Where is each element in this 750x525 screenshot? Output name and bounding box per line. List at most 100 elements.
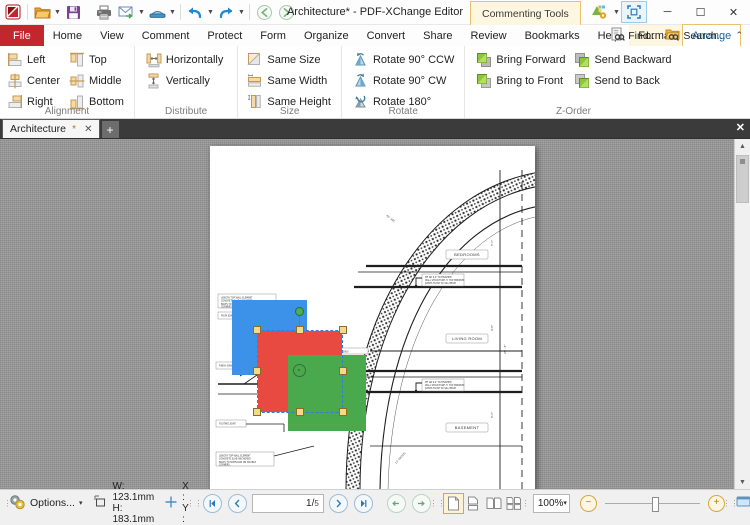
fullscreen-icon[interactable]: [621, 1, 647, 23]
tab-home[interactable]: Home: [44, 25, 91, 46]
next-page-button[interactable]: [328, 493, 348, 513]
tab-file[interactable]: File: [0, 25, 44, 46]
zoom-level-combobox[interactable]: 100% ▾: [532, 493, 570, 513]
room-label-living-room: LIVING ROOM: [452, 336, 482, 341]
open-dropdown-caret-icon[interactable]: ▼: [53, 1, 62, 23]
history-back-button[interactable]: [386, 493, 406, 513]
last-page-button[interactable]: [353, 493, 373, 513]
vertical-scrollbar[interactable]: ▲ ▼: [734, 139, 750, 489]
align-middle-button[interactable]: Middle: [66, 70, 130, 91]
printer-icon[interactable]: [93, 1, 115, 23]
distribute-vertically-button[interactable]: Vertically: [143, 70, 229, 91]
redo-dropdown-caret-icon[interactable]: ▼: [237, 1, 246, 23]
send-to-back-button[interactable]: Send to Back: [571, 70, 677, 91]
continuous-mode-button[interactable]: [465, 494, 484, 513]
send-backward-button[interactable]: Send Backward: [571, 49, 677, 70]
first-page-button[interactable]: [202, 493, 222, 513]
document-viewport[interactable]: LENGTH TOP WALL ELEMENT CONCRETE SLAB AN…: [0, 138, 750, 489]
tab-form[interactable]: Form: [251, 25, 295, 46]
align-center-button[interactable]: Center: [4, 70, 66, 91]
document-tab-close-icon[interactable]: ✕: [82, 124, 94, 135]
send-backward-label: Send Backward: [594, 53, 672, 66]
bring-forward-button[interactable]: Bring Forward: [473, 49, 571, 70]
previous-page-button[interactable]: [227, 493, 247, 513]
resize-handle-bottom-right[interactable]: [339, 408, 347, 416]
customize-toolbar-icon[interactable]: [586, 1, 612, 23]
same-size-button[interactable]: Same Size: [244, 49, 337, 70]
document-tab-architecture[interactable]: Architecture * ✕: [2, 119, 100, 138]
tab-bookmarks[interactable]: Bookmarks: [516, 25, 589, 46]
scan-dropdown-caret-icon[interactable]: ▼: [168, 1, 177, 23]
scanner-icon[interactable]: [146, 1, 168, 23]
tab-view[interactable]: View: [91, 25, 133, 46]
selection-width: W: 123.1mm: [112, 481, 155, 503]
find-button[interactable]: Find...: [607, 27, 660, 45]
tab-review[interactable]: Review: [461, 25, 515, 46]
customize-caret-icon[interactable]: ▼: [612, 1, 621, 23]
same-width-button[interactable]: Same Width: [244, 70, 337, 91]
save-icon[interactable]: [62, 1, 84, 23]
align-left-label: Left: [27, 53, 46, 66]
minimize-button[interactable]: ─: [651, 0, 684, 24]
scroll-up-icon[interactable]: ▲: [735, 139, 750, 153]
folder-open-icon[interactable]: [31, 1, 53, 23]
new-tab-button[interactable]: +: [101, 121, 119, 138]
resize-handle-middle-right[interactable]: [339, 367, 347, 375]
fit-page-icon[interactable]: [736, 495, 750, 511]
options-caret-icon[interactable]: ▾: [79, 499, 83, 507]
undo-dropdown-caret-icon[interactable]: ▼: [206, 1, 215, 23]
rotation-handle[interactable]: [295, 307, 304, 316]
zoom-slider-thumb[interactable]: [651, 496, 659, 512]
history-forward-button[interactable]: [411, 493, 431, 513]
email-dropdown-caret-icon[interactable]: ▼: [137, 1, 146, 23]
svg-text:FOOTING JOINT: FOOTING JOINT: [219, 423, 236, 426]
tab-convert[interactable]: Convert: [358, 25, 415, 46]
bring-to-front-icon: [476, 73, 492, 89]
rotate-ccw-button[interactable]: Rotate 90° CCW: [350, 49, 460, 70]
close-button[interactable]: ✕: [717, 0, 750, 24]
zoom-dropdown-caret-icon[interactable]: ▾: [563, 499, 567, 507]
undo-icon[interactable]: [184, 1, 206, 23]
tab-comment[interactable]: Comment: [133, 25, 199, 46]
resize-handle-bottom-center[interactable]: [296, 408, 304, 416]
resize-handle-top-right[interactable]: [339, 326, 347, 334]
qat-separator-2: [180, 4, 181, 20]
envelope-icon[interactable]: [115, 1, 137, 23]
options-button[interactable]: Options... ▾: [7, 494, 84, 513]
pdfx-logo-icon[interactable]: [2, 1, 24, 23]
two-page-mode-button[interactable]: [485, 494, 504, 513]
arrow-left-circle-icon[interactable]: [253, 1, 275, 23]
maximize-button[interactable]: ☐: [684, 0, 717, 24]
same-width-label: Same Width: [267, 74, 328, 87]
align-left-button[interactable]: Left: [4, 49, 66, 70]
resize-handle-top-left[interactable]: [253, 326, 261, 334]
resize-handle-middle-left[interactable]: [253, 367, 261, 375]
ribbon-group-alignment: Left Center Right Top Middle Bottom Alig…: [0, 46, 134, 118]
redo-icon[interactable]: [215, 1, 237, 23]
zoom-out-button[interactable]: −: [579, 494, 597, 512]
rotate-cw-button[interactable]: Rotate 90° CW: [350, 70, 460, 91]
page-number-input[interactable]: 1/5: [251, 493, 324, 513]
shape-center-marker: [293, 364, 306, 377]
distribute-horizontally-button[interactable]: Horizontally: [143, 49, 229, 70]
align-middle-label: Middle: [89, 74, 122, 87]
distribute-horizontal-icon: [146, 52, 162, 68]
arrow-right-circle-icon[interactable]: [275, 1, 297, 23]
tab-protect[interactable]: Protect: [198, 25, 251, 46]
contextual-tab-commenting-tools[interactable]: Commenting Tools: [470, 1, 581, 25]
scroll-down-icon[interactable]: ▼: [735, 475, 750, 489]
resize-handle-top-center[interactable]: [296, 326, 304, 334]
page-navigation: 1/5: [200, 493, 376, 513]
zoom-slider-track[interactable]: [604, 496, 700, 512]
rotate-ccw-icon: [353, 52, 369, 68]
search-button[interactable]: Search...: [662, 27, 728, 45]
bring-to-front-button[interactable]: Bring to Front: [473, 70, 571, 91]
panel-close-icon[interactable]: ✕: [736, 121, 745, 134]
single-page-mode-button[interactable]: [442, 492, 464, 514]
align-top-button[interactable]: Top: [66, 49, 130, 70]
collapse-ribbon-icon[interactable]: ⌃: [730, 30, 748, 41]
tab-share[interactable]: Share: [414, 25, 461, 46]
resize-handle-bottom-left[interactable]: [253, 408, 261, 416]
tab-organize[interactable]: Organize: [295, 25, 358, 46]
send-backward-icon: [574, 52, 590, 68]
